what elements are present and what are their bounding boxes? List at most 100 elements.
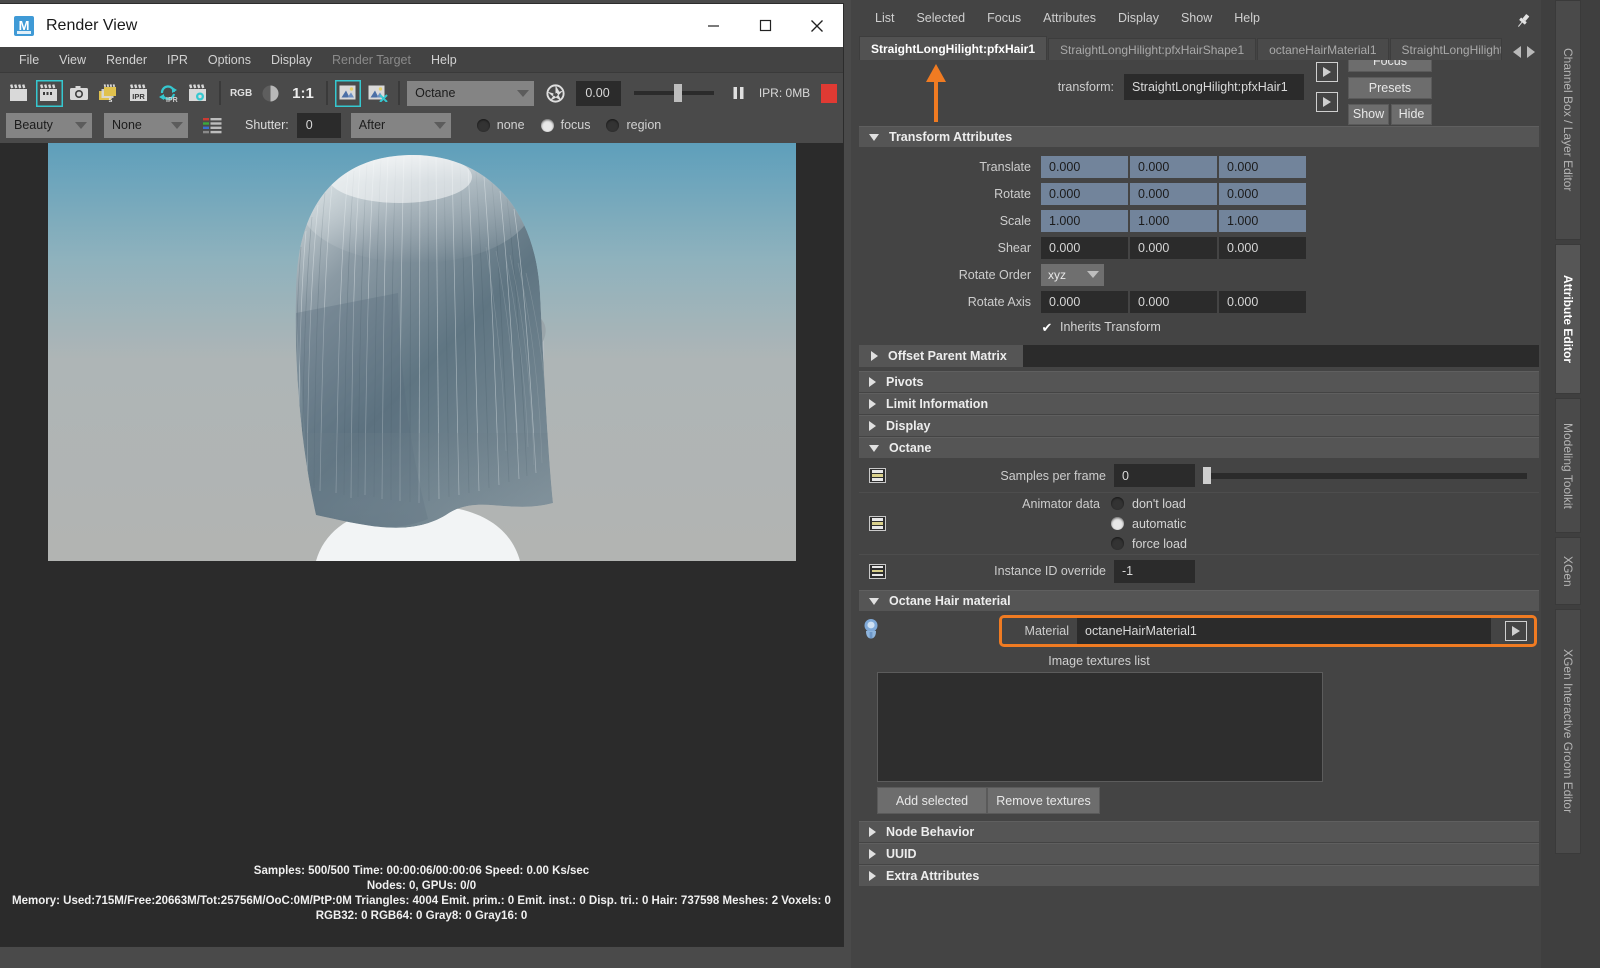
goto-node-icon[interactable] [1505,621,1527,641]
menu-help[interactable]: Help [422,50,466,70]
instance-id-override-field[interactable]: -1 [1114,559,1195,583]
shutter-field[interactable]: 0 [296,112,341,138]
select-node-icon[interactable] [1316,62,1338,82]
render-pass-dropdown[interactable]: Beauty [6,112,92,138]
rgb-channel-icon[interactable]: RGB [228,80,255,107]
shear-z-field[interactable]: 0.000 [1219,236,1306,259]
offset-parent-matrix-field[interactable] [1023,345,1539,367]
section-offset-parent-matrix[interactable]: Offset Parent Matrix [859,345,1539,367]
section-transform-attributes[interactable]: Transform Attributes [859,126,1539,147]
renderer-dropdown[interactable]: Octane [407,80,534,106]
section-octane[interactable]: Octane [859,437,1539,458]
render-stop-indicator[interactable] [821,83,837,103]
goto-output-icon[interactable] [1316,92,1338,112]
show-button[interactable]: Show [1348,103,1389,125]
section-pivots[interactable]: Pivots [859,371,1539,392]
ae-menu-show[interactable]: Show [1171,7,1222,29]
ae-menu-display[interactable]: Display [1108,7,1169,29]
vtab-attribute-editor[interactable]: Attribute Editor [1555,244,1581,394]
minimize-button[interactable] [687,4,739,47]
render-clapper-icon[interactable] [6,80,33,107]
scale-x-field[interactable]: 1.000 [1041,209,1128,232]
aperture-icon[interactable] [543,80,570,107]
samples-per-frame-slider[interactable] [1203,467,1527,484]
ipr-refresh-icon[interactable]: IPR [155,80,182,107]
pause-icon[interactable] [725,80,752,107]
section-node-behavior[interactable]: Node Behavior [859,821,1539,842]
render-canvas[interactable]: Samples: 500/500 Time: 00:00:06/00:00:06… [0,143,843,946]
translate-x-field[interactable]: 0.000 [1041,155,1128,178]
menu-display[interactable]: Display [262,50,321,70]
inherits-transform-checkbox[interactable]: ✔ [1041,321,1053,334]
shear-x-field[interactable]: 0.000 [1041,236,1128,259]
rotate-y-field[interactable]: 0.000 [1130,182,1217,205]
menu-file[interactable]: File [10,50,48,70]
vtab-modeling-toolkit[interactable]: Modeling Toolkit [1555,398,1581,533]
ae-menu-selected[interactable]: Selected [906,7,975,29]
rotate-axis-y-field[interactable]: 0.000 [1130,290,1217,313]
node-name-field[interactable]: StraightLongHilight:pfxHair1 [1124,74,1304,100]
material-field[interactable]: octaneHairMaterial1 [1077,618,1491,644]
ipr-clapper-icon[interactable]: IPR [125,80,152,107]
rotate-z-field[interactable]: 0.000 [1219,182,1306,205]
material-swatch-icon[interactable] [861,618,881,644]
ae-menu-attributes[interactable]: Attributes [1033,7,1106,29]
radio-animator-automatic[interactable] [1111,517,1124,530]
aov-dropdown[interactable]: None [104,112,188,138]
radio-animator-force-load[interactable] [1111,537,1124,550]
pin-icon[interactable] [1515,13,1531,29]
tab-pfxhair1[interactable]: StraightLongHilight:pfxHair1 [859,36,1047,60]
presets-button[interactable]: Presets [1348,76,1432,99]
section-display[interactable]: Display [859,415,1539,436]
ae-menu-list[interactable]: List [865,7,904,29]
shear-y-field[interactable]: 0.000 [1130,236,1217,259]
connection-indicator-instance-id[interactable] [869,563,886,579]
exposure-slider[interactable] [634,84,715,102]
samples-per-frame-field[interactable]: 0 [1114,464,1195,487]
rotate-order-dropdown[interactable]: xyz [1041,263,1104,286]
rotate-axis-z-field[interactable]: 0.000 [1219,290,1306,313]
scale-z-field[interactable]: 1.000 [1219,209,1306,232]
menu-ipr[interactable]: IPR [158,50,197,70]
samples-slider-thumb[interactable] [1203,467,1211,484]
rotate-x-field[interactable]: 0.000 [1041,182,1128,205]
scale-y-field[interactable]: 1.000 [1130,209,1217,232]
rotate-axis-x-field[interactable]: 0.000 [1041,290,1128,313]
color-channels-icon[interactable] [198,112,227,139]
menu-view[interactable]: View [50,50,95,70]
focus-button[interactable]: Focus [1348,60,1432,72]
ae-menu-focus[interactable]: Focus [977,7,1031,29]
radio-region-none[interactable] [476,118,490,132]
vtab-xgen[interactable]: XGen [1555,537,1581,605]
image-textures-listbox[interactable] [877,672,1323,782]
alpha-channel-icon[interactable] [257,80,284,107]
chevron-left-icon[interactable] [1513,46,1521,58]
vtab-channel-box-layer-editor[interactable]: Channel Box / Layer Editor [1555,0,1581,240]
shutter-mode-dropdown[interactable]: After [350,112,451,138]
keep-image-icon[interactable] [335,80,362,107]
tab-pfxhairshape1[interactable]: StraightLongHilight:pfxHairShape1 [1048,38,1257,60]
menu-render[interactable]: Render [97,50,156,70]
connection-indicator-samples[interactable] [869,468,886,483]
vtab-xgen-interactive-groom-editor[interactable]: XGen Interactive Groom Editor [1555,609,1581,854]
section-extra-attributes[interactable]: Extra Attributes [859,865,1539,886]
radio-region-region[interactable] [606,118,620,132]
chevron-right-icon[interactable] [1527,46,1535,58]
hide-button[interactable]: Hide [1391,103,1432,125]
radio-region-focus[interactable] [540,118,554,132]
maximize-button[interactable] [739,4,791,47]
render-settings-clapper-icon[interactable] [185,80,212,107]
one-to-one-icon[interactable]: 1:1 [287,80,318,107]
tab-straightlonghilight[interactable]: StraightLongHilight [1389,38,1502,60]
ae-menu-help[interactable]: Help [1224,7,1270,29]
close-button[interactable] [791,4,843,47]
section-uuid[interactable]: UUID [859,843,1539,864]
translate-y-field[interactable]: 0.000 [1130,155,1217,178]
render-sequence-icon[interactable]: s [95,80,122,107]
section-octane-hair-material[interactable]: Octane Hair material [859,590,1539,611]
tab-octanehairmaterial1[interactable]: octaneHairMaterial1 [1257,38,1389,60]
exposure-field[interactable]: 0.00 [576,80,622,106]
render-region-clapper-icon[interactable] [36,80,63,107]
snapshot-camera-icon[interactable] [66,80,93,107]
connection-indicator-animator[interactable] [869,516,886,531]
